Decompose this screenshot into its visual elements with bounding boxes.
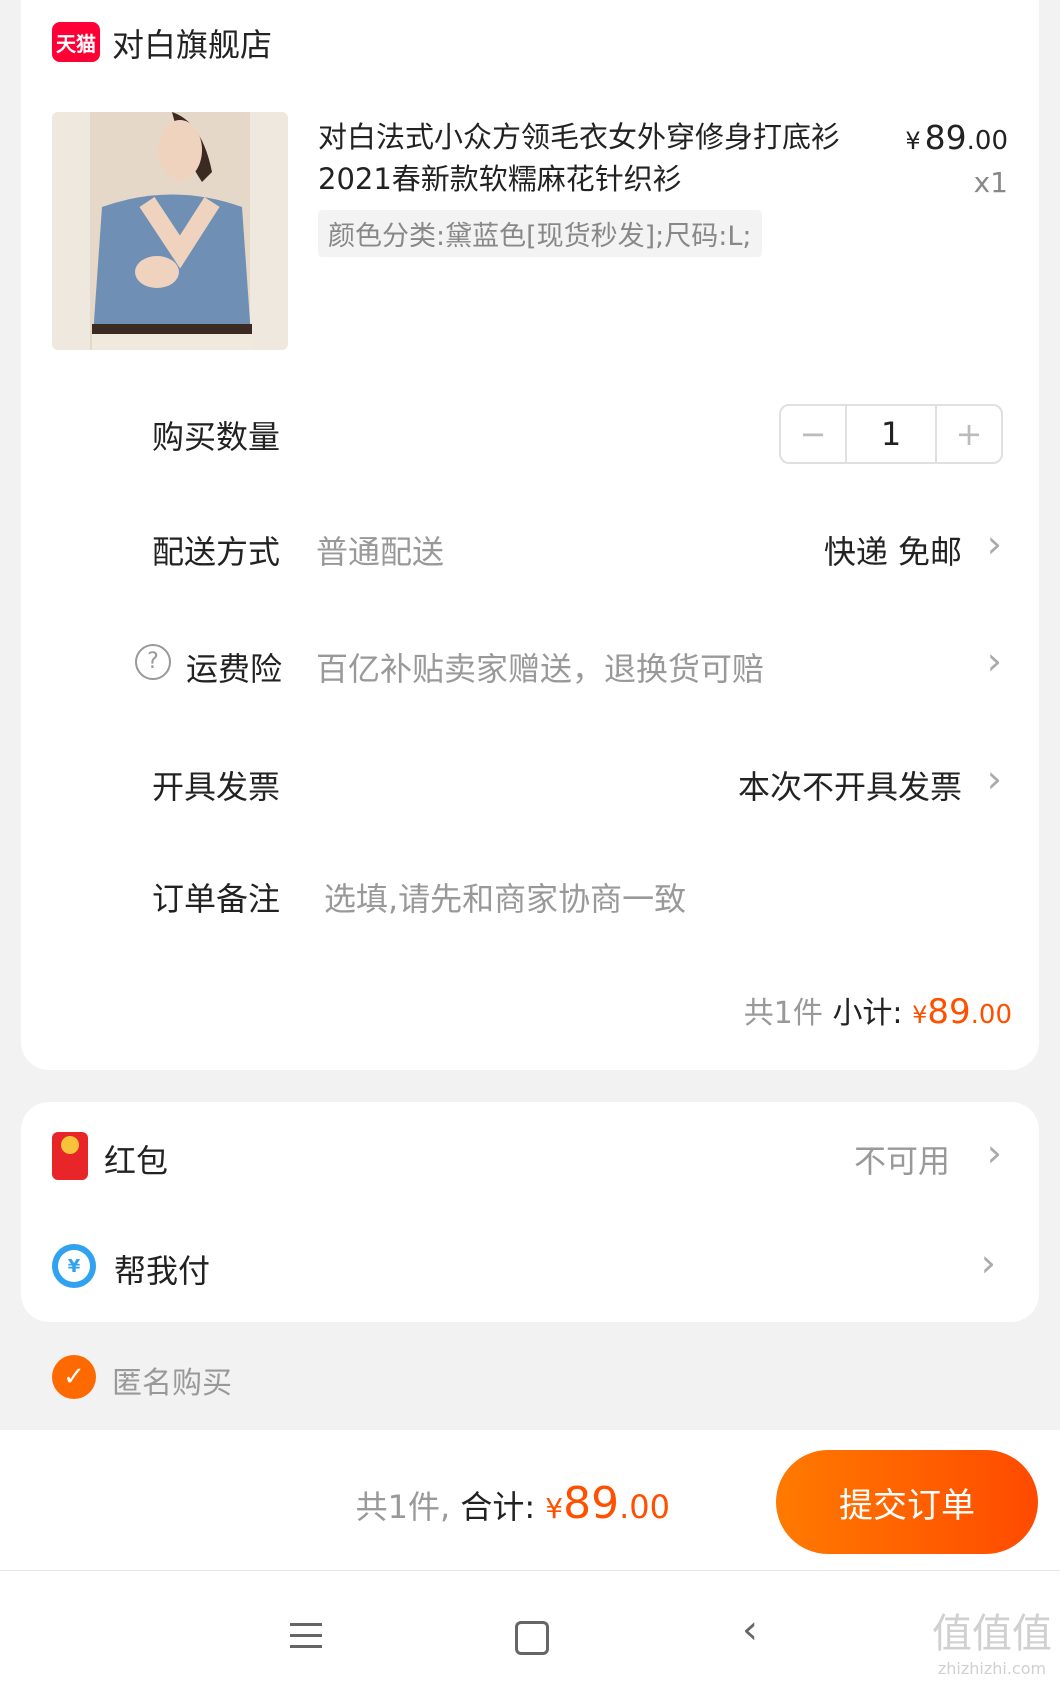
anonymous-label: 匿名购买 [112, 1366, 232, 1401]
total-currency: ¥ [545, 1492, 564, 1525]
remark-input[interactable]: 选填,请先和商家协商一致 [324, 874, 686, 920]
pay-for-me-icon: ¥ [52, 1244, 96, 1288]
home-icon[interactable] [515, 1621, 549, 1655]
chevron-right-icon: › [986, 522, 1002, 566]
delivery-method: 普通配送 [316, 533, 445, 571]
delivery-label: 配送方式 [152, 533, 281, 571]
total-count: 共1件, [355, 1488, 451, 1526]
subtotal-label: 小计: [832, 996, 903, 1031]
product-quantity: x1 [973, 166, 1008, 199]
chevron-right-icon: › [986, 1131, 1002, 1175]
shop-name[interactable]: 对白旗舰店 [112, 20, 272, 66]
quantity-value[interactable]: 1 [845, 406, 937, 462]
help-icon[interactable]: ? [135, 644, 171, 680]
system-nav-bar: ‹ 值值值 zhizhizhi.com [0, 1571, 1060, 1694]
watermark: 值值值 zhizhizhi.com [932, 1601, 1052, 1678]
checkout-bar: 共1件, 合计: ¥89.00 提交订单 [0, 1430, 1060, 1571]
tmall-badge-icon: 天猫 [52, 22, 100, 62]
hongbao-label: 红包 [104, 1142, 169, 1180]
chevron-right-icon: › [986, 757, 1002, 801]
quantity-label: 购买数量 [152, 418, 281, 456]
pay-for-me-label: 帮我付 [114, 1252, 211, 1290]
subtotal-decimal: .00 [970, 1000, 1012, 1030]
product-photo-illustration [52, 112, 288, 350]
product-image[interactable] [52, 112, 288, 350]
product-price: ¥89.00 [905, 118, 1008, 157]
product-sku[interactable]: 颜色分类:黛蓝色[现货秒发];尺码:L; [318, 210, 762, 257]
watermark-logo: 值值值 [932, 1611, 1052, 1657]
subtotal-currency: ¥ [912, 1001, 928, 1029]
subtotal-count: 共1件 [743, 996, 823, 1031]
subtotal-integer: 89 [927, 992, 971, 1032]
yen-icon: ¥ [58, 1250, 90, 1282]
delivery-value: 快递 免邮 [823, 533, 962, 571]
invoice-label: 开具发票 [152, 768, 281, 806]
watermark-domain: zhizhizhi.com [937, 1659, 1047, 1678]
insurance-label: 运费险 [186, 650, 283, 688]
red-envelope-icon [52, 1132, 88, 1180]
chevron-right-icon: › [986, 639, 1002, 683]
quantity-stepper[interactable]: − 1 + [779, 404, 1003, 464]
decrease-button[interactable]: − [781, 406, 845, 462]
insurance-hint: 百亿补贴卖家赠送，退换货可赔 [316, 650, 765, 688]
chevron-right-icon: › [980, 1241, 996, 1285]
submit-order-button[interactable]: 提交订单 [776, 1450, 1038, 1554]
price-integer: 89 [924, 118, 967, 157]
increase-button[interactable]: + [937, 406, 1001, 462]
back-icon[interactable]: ‹ [742, 1607, 758, 1653]
remark-label: 订单备注 [152, 880, 281, 918]
product-title[interactable]: 对白法式小众方领毛衣女外穿修身打底衫2021春新款软糯麻花针织衫 [318, 116, 858, 200]
checkmark-icon[interactable]: ✓ [52, 1355, 96, 1399]
price-decimal: .00 [966, 126, 1008, 156]
total-decimal: .00 [619, 1488, 670, 1526]
currency-symbol: ¥ [905, 127, 921, 155]
hongbao-value: 不可用 [853, 1142, 950, 1180]
invoice-value: 本次不开具发票 [737, 768, 962, 806]
total-summary: 共1件, 合计: ¥89.00 [356, 1478, 670, 1529]
subtotal: 共1件 小计: ¥89.00 [744, 988, 1012, 1032]
menu-icon[interactable] [290, 1623, 322, 1656]
total-integer: 89 [563, 1478, 620, 1529]
total-label: 合计: [460, 1488, 536, 1526]
